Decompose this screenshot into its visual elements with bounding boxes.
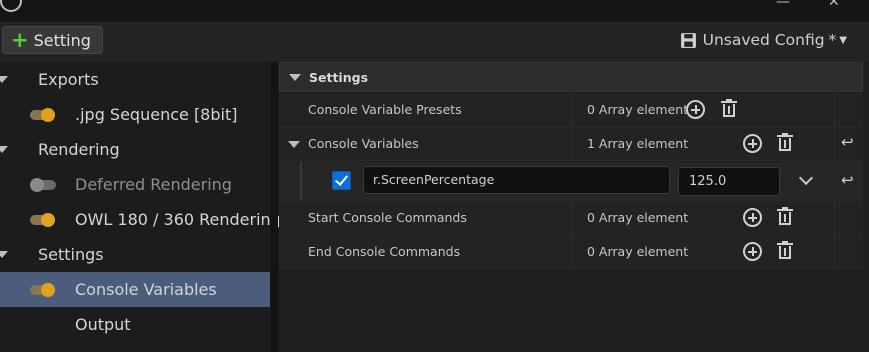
reset-arrow-icon[interactable]: ↩	[841, 133, 854, 151]
category-label: Rendering	[38, 140, 120, 159]
collapse-arrow-icon[interactable]	[0, 76, 8, 83]
section-header-settings[interactable]: Settings	[279, 62, 863, 92]
console-variable-entry: r.ScreenPercentage 125.0 ↩	[279, 162, 863, 201]
config-label: Unsaved Config	[702, 31, 825, 49]
minimize-button[interactable]: —	[776, 0, 790, 10]
collapse-arrow-icon[interactable]	[0, 251, 8, 258]
enable-toggle[interactable]	[30, 177, 56, 192]
panel-splitter[interactable]	[270, 62, 278, 352]
chevron-down-icon: ▼	[839, 34, 847, 46]
property-name: Console Variables	[308, 136, 419, 151]
title-bar: — ✕	[0, 0, 869, 22]
setting-item-output[interactable]: Output	[0, 307, 270, 342]
setting-item-owl-rendering[interactable]: OWL 180 / 360 Rendering	[0, 202, 281, 237]
setting-item-console-variables[interactable]: Console Variables	[0, 272, 270, 307]
reset-arrow-icon[interactable]: ↩	[841, 171, 854, 189]
app-logo	[0, 0, 22, 12]
property-value: 0 Array element	[587, 210, 689, 225]
property-value: 0 Array element	[587, 244, 689, 259]
settings-list: Exports .jpg Sequence [8bit] Rendering D…	[0, 62, 281, 352]
property-row-start-commands: Start Console Commands 0 Array element	[279, 201, 863, 235]
floppy-disk-icon	[680, 32, 696, 48]
expand-arrow-icon[interactable]	[288, 141, 300, 148]
property-row-console-variables: Console Variables 1 Array element ↩	[279, 127, 863, 161]
category-rendering[interactable]: Rendering	[0, 132, 270, 167]
enable-toggle[interactable]	[30, 107, 56, 122]
property-value: 0 Array element	[587, 102, 689, 117]
trash-icon[interactable]	[777, 207, 793, 227]
add-circle-icon[interactable]	[743, 208, 762, 227]
category-label: Settings	[38, 245, 104, 264]
plus-icon: +	[11, 27, 29, 52]
chevron-down-icon[interactable]	[798, 170, 814, 186]
add-circle-icon[interactable]	[743, 134, 762, 153]
cvar-name-field[interactable]: r.ScreenPercentage	[363, 166, 670, 194]
category-settings[interactable]: Settings	[0, 237, 270, 272]
add-setting-button[interactable]: + Setting	[2, 26, 103, 54]
details-panel: Settings Console Variable Presets 0 Arra…	[279, 62, 869, 352]
property-row-end-commands: End Console Commands 0 Array element	[279, 235, 863, 269]
category-label: Exports	[38, 70, 99, 89]
section-title: Settings	[309, 69, 369, 85]
trash-icon[interactable]	[777, 241, 793, 261]
close-button[interactable]: ✕	[828, 0, 840, 10]
config-dropdown[interactable]: Unsaved Config * ▼	[680, 31, 847, 49]
category-exports[interactable]: Exports	[0, 62, 270, 97]
setting-item-label: Output	[75, 315, 131, 334]
property-row-presets: Console Variable Presets 0 Array element	[279, 93, 863, 127]
setting-item-label: .jpg Sequence [8bit]	[75, 105, 238, 124]
setting-item-label: Console Variables	[75, 280, 217, 299]
collapse-arrow-icon[interactable]	[0, 146, 8, 153]
property-value: 1 Array element	[587, 136, 689, 151]
property-name: Console Variable Presets	[308, 102, 462, 117]
cvar-value-field[interactable]: 125.0	[678, 167, 780, 196]
property-name: Start Console Commands	[308, 210, 467, 225]
add-circle-icon[interactable]	[686, 100, 705, 119]
add-circle-icon[interactable]	[743, 242, 762, 261]
enable-toggle[interactable]	[30, 212, 56, 227]
add-setting-label: Setting	[33, 30, 91, 50]
setting-item-label: OWL 180 / 360 Rendering	[75, 210, 281, 229]
trash-icon[interactable]	[777, 133, 793, 153]
collapse-arrow-icon[interactable]	[289, 73, 301, 81]
setting-item-deferred-rendering[interactable]: Deferred Rendering	[0, 167, 270, 202]
trash-icon[interactable]	[721, 99, 737, 119]
setting-item-label: Deferred Rendering	[75, 175, 232, 194]
property-name: End Console Commands	[308, 244, 461, 259]
toolbar: + Setting Unsaved Config * ▼	[0, 22, 869, 62]
enable-toggle[interactable]	[30, 282, 56, 297]
setting-item-jpg-sequence[interactable]: .jpg Sequence [8bit]	[0, 97, 270, 132]
config-modified-indicator: *	[828, 31, 837, 49]
enable-checkbox[interactable]	[332, 171, 351, 190]
